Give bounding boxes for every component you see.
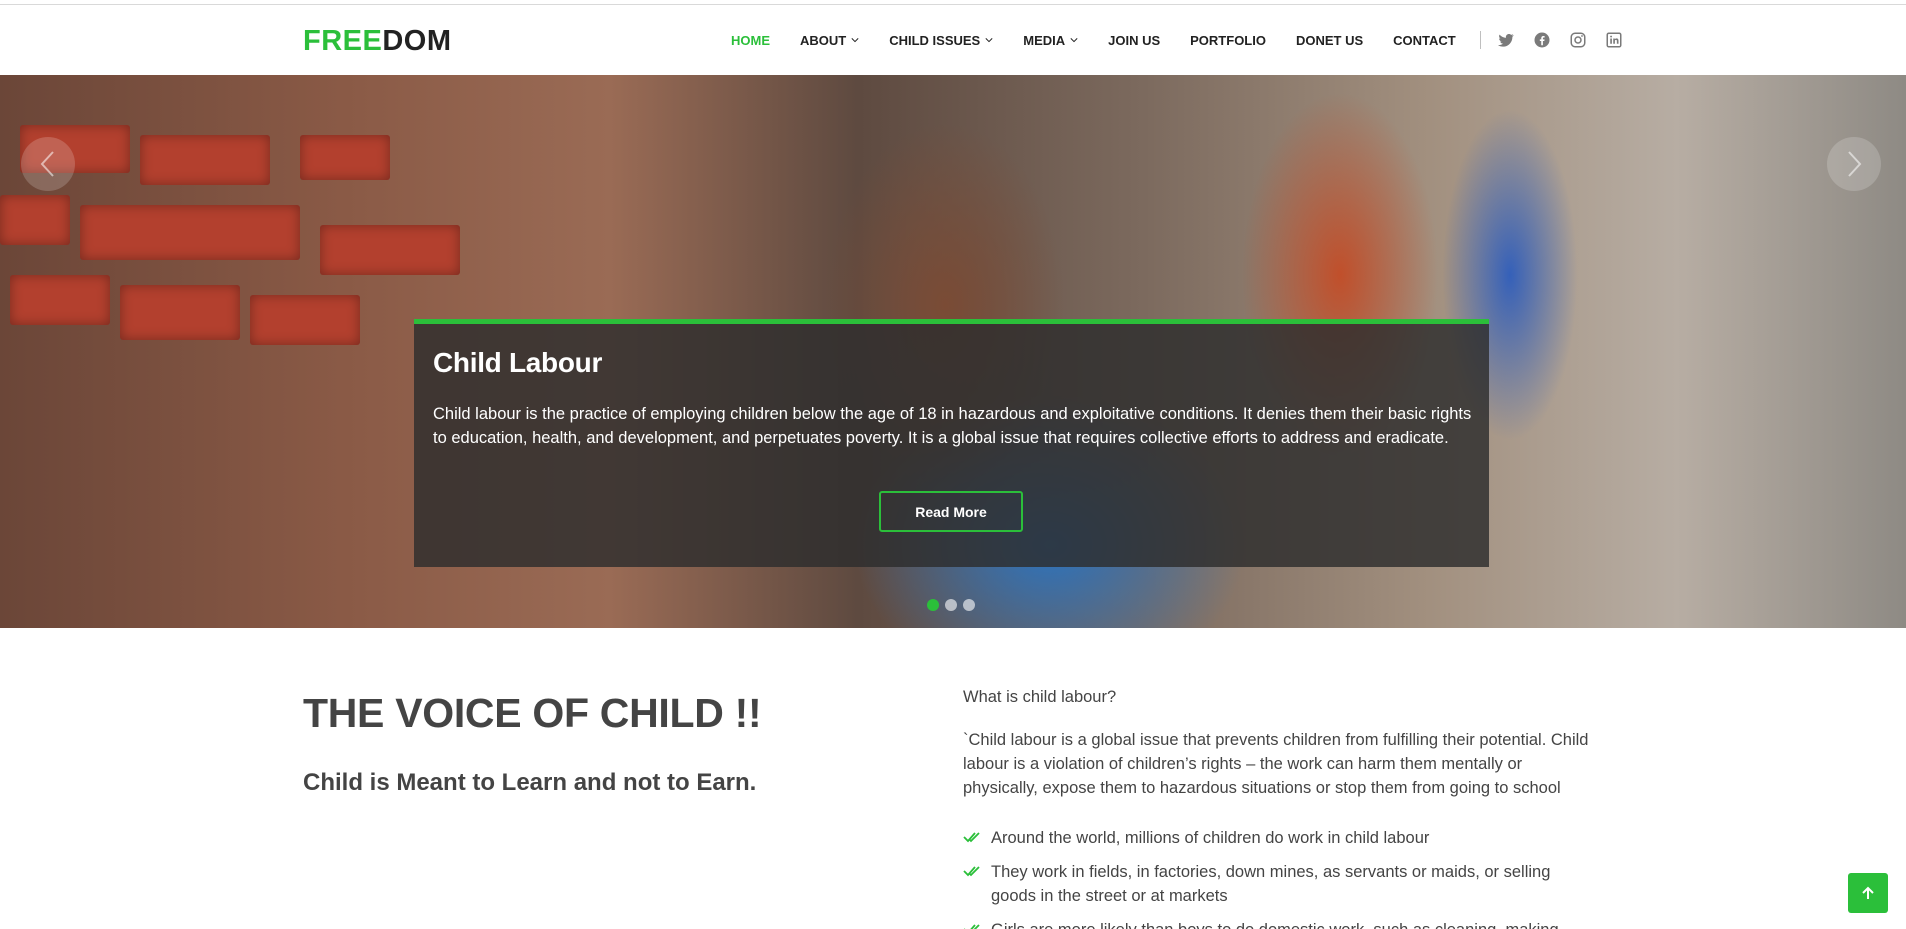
nav-item-portfolio[interactable]: PORTFOLIO: [1190, 33, 1266, 48]
instagram-icon[interactable]: [1569, 31, 1587, 49]
nav-item-contact[interactable]: CONTACT: [1393, 33, 1456, 48]
site-header: FREEDOM HOME ABOUT CHILD ISSUES MEDIA JO…: [0, 5, 1906, 75]
logo-part-b: DOM: [382, 25, 452, 57]
list-item: They work in fields, in factories, down …: [963, 860, 1593, 908]
facts-list: Around the world, millions of children d…: [963, 826, 1593, 929]
nav-item-donet-us[interactable]: DONET US: [1296, 33, 1363, 48]
list-item-text: Girls are more likely than boys to do do…: [991, 921, 1559, 929]
nav-item-label: CHILD ISSUES: [889, 32, 981, 48]
section-subtitle: Child is Meant to Learn and not to Earn.: [303, 769, 757, 796]
nav-item-label: MEDIA: [1023, 32, 1066, 48]
section-title: THE VOICE OF CHILD !!: [303, 690, 762, 736]
chevron-down-icon: [985, 38, 993, 43]
slide-text: Child labour is the practice of employin…: [433, 405, 1472, 447]
slider-dot-3[interactable]: [963, 599, 975, 611]
chevron-right-icon: [1848, 151, 1862, 177]
logo[interactable]: FREEDOM: [303, 25, 452, 58]
slider-next-button[interactable]: [1827, 137, 1881, 191]
slider-dots: [927, 599, 981, 611]
facebook-icon[interactable]: [1533, 31, 1551, 49]
social-links: [1497, 31, 1641, 49]
hero-slider: Child Labour Child labour is the practic…: [0, 75, 1906, 628]
list-item: Around the world, millions of children d…: [963, 826, 1593, 850]
nav-item-child-issues[interactable]: CHILD ISSUES: [889, 33, 993, 48]
double-check-icon: [964, 924, 980, 929]
nav-item-about[interactable]: ABOUT: [800, 33, 859, 48]
list-item: Girls are more likely than boys to do do…: [963, 918, 1593, 929]
nav-item-home[interactable]: HOME: [731, 33, 770, 48]
nav-item-label: JOIN US: [1108, 32, 1161, 48]
chevron-down-icon: [1070, 38, 1078, 43]
slide-title: Child Labour: [433, 347, 603, 378]
chevron-left-icon: [40, 151, 54, 177]
intro-paragraph: `Child labour is a global issue that pre…: [963, 731, 1589, 797]
logo-part-a: FREE: [303, 25, 383, 57]
read-more-button[interactable]: Read More: [879, 491, 1023, 532]
nav-item-label: PORTFOLIO: [1190, 32, 1266, 48]
list-item-text: They work in fields, in factories, down …: [991, 863, 1551, 905]
chevron-down-icon: [851, 38, 859, 43]
nav-item-label: ABOUT: [800, 32, 847, 48]
double-check-icon: [963, 866, 980, 877]
slider-prev-button[interactable]: [21, 137, 75, 191]
nav-item-join-us[interactable]: JOIN US: [1108, 33, 1160, 48]
slider-dot-1[interactable]: [927, 599, 939, 611]
list-item-text: Around the world, millions of children d…: [991, 829, 1430, 847]
linkedin-icon[interactable]: [1605, 31, 1623, 49]
nav-item-label: HOME: [731, 32, 770, 48]
slide-caption: Child Labour Child labour is the practic…: [414, 319, 1489, 567]
arrow-up-icon: [1862, 886, 1874, 899]
twitter-icon[interactable]: [1497, 31, 1515, 49]
back-to-top-button[interactable]: [1848, 873, 1888, 913]
main-nav: HOME ABOUT CHILD ISSUES MEDIA JOIN US PO…: [731, 5, 1641, 75]
nav-item-label: CONTACT: [1393, 32, 1456, 48]
nav-divider: [1479, 31, 1481, 49]
slider-dot-2[interactable]: [945, 599, 957, 611]
question-heading: What is child labour?: [963, 688, 1117, 706]
nav-item-label: DONET US: [1295, 32, 1364, 48]
nav-item-media[interactable]: MEDIA: [1023, 33, 1078, 48]
double-check-icon: [963, 832, 980, 843]
